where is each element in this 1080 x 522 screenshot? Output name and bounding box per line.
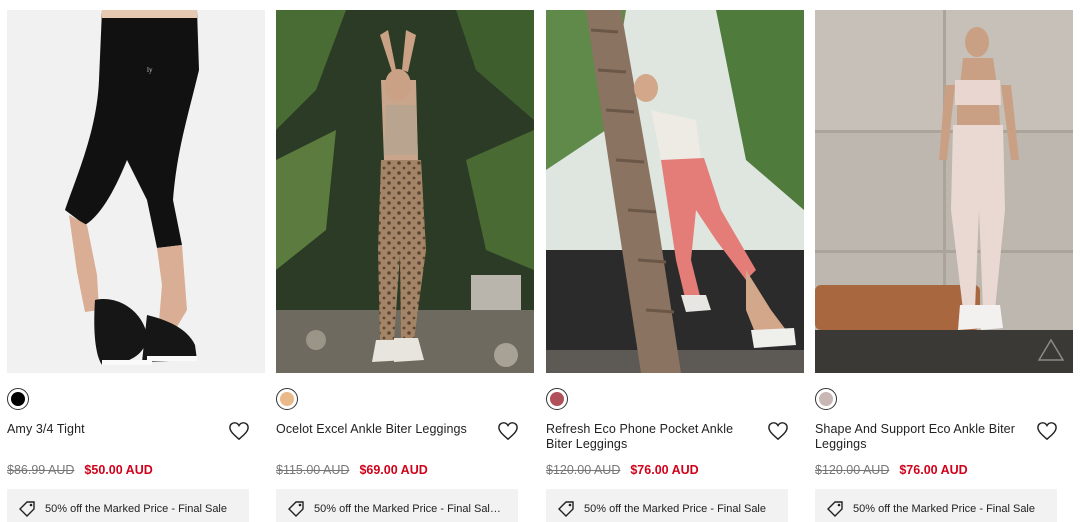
swatch-fill bbox=[280, 392, 294, 406]
original-price: $120.00 AUD bbox=[815, 463, 890, 477]
promo-text: 50% off the Marked Price - Final Sale bbox=[584, 503, 766, 515]
product-card[interactable]: Shape And Support Eco Ankle Biter Leggin… bbox=[815, 10, 1073, 522]
wishlist-heart-icon[interactable] bbox=[497, 421, 519, 441]
color-swatch[interactable] bbox=[546, 388, 568, 410]
promo-text: 50% off the Marked Price - Final Sal… bbox=[314, 503, 501, 515]
original-price: $115.00 AUD bbox=[276, 463, 350, 477]
original-price: $120.00 AUD bbox=[546, 463, 621, 477]
sale-price: $69.00 AUD bbox=[359, 463, 428, 477]
swatch-fill bbox=[11, 392, 25, 406]
original-price: $86.99 AUD bbox=[7, 463, 75, 477]
promo-banner: 50% off the Marked Price - Final Sale bbox=[546, 489, 788, 522]
promo-banner: 50% off the Marked Price - Final Sal… bbox=[276, 489, 518, 522]
swatch-fill bbox=[819, 392, 833, 406]
price-block: $120.00 AUD $76.00 AUD bbox=[815, 463, 968, 477]
color-swatch[interactable] bbox=[815, 388, 837, 410]
color-swatch[interactable] bbox=[7, 388, 29, 410]
promo-text: 50% off the Marked Price - Final Sale bbox=[853, 503, 1035, 515]
sale-price: $50.00 AUD bbox=[84, 463, 153, 477]
price-tag-icon bbox=[558, 501, 574, 517]
product-image[interactable] bbox=[546, 10, 804, 373]
promo-banner: 50% off the Marked Price - Final Sale bbox=[815, 489, 1057, 522]
product-card[interactable]: Refresh Eco Phone Pocket Ankle Biter Leg… bbox=[546, 10, 804, 522]
swatch-fill bbox=[550, 392, 564, 406]
wishlist-heart-icon[interactable] bbox=[1036, 421, 1058, 441]
price-tag-icon bbox=[19, 501, 35, 517]
color-swatch[interactable] bbox=[276, 388, 298, 410]
wishlist-heart-icon[interactable] bbox=[767, 421, 789, 441]
product-card[interactable]: Ocelot Excel Ankle Biter Leggings $115.0… bbox=[276, 10, 534, 522]
price-block: $115.00 AUD $69.00 AUD bbox=[276, 463, 428, 477]
product-card[interactable]: ly Amy 3/4 Tight $86.99 AUD $50.00 AUD 50… bbox=[7, 10, 265, 522]
price-block: $120.00 AUD $76.00 AUD bbox=[546, 463, 699, 477]
sale-price: $76.00 AUD bbox=[899, 463, 968, 477]
sale-price: $76.00 AUD bbox=[630, 463, 699, 477]
product-name[interactable]: Amy 3/4 Tight bbox=[7, 422, 217, 437]
price-block: $86.99 AUD $50.00 AUD bbox=[7, 463, 153, 477]
product-image[interactable] bbox=[276, 10, 534, 373]
wishlist-heart-icon[interactable] bbox=[228, 421, 250, 441]
product-image[interactable]: ly bbox=[7, 10, 265, 373]
product-grid: ly Amy 3/4 Tight $86.99 AUD $50.00 AUD 50… bbox=[0, 0, 1080, 522]
price-tag-icon bbox=[288, 501, 304, 517]
promo-text: 50% off the Marked Price - Final Sale bbox=[45, 503, 227, 515]
svg-text:ly: ly bbox=[147, 66, 153, 74]
product-name[interactable]: Ocelot Excel Ankle Biter Leggings bbox=[276, 422, 486, 437]
product-name[interactable]: Shape And Support Eco Ankle Biter Leggin… bbox=[815, 422, 1025, 452]
price-tag-icon bbox=[827, 501, 843, 517]
product-image[interactable] bbox=[815, 10, 1073, 373]
product-name[interactable]: Refresh Eco Phone Pocket Ankle Biter Leg… bbox=[546, 422, 756, 452]
promo-banner: 50% off the Marked Price - Final Sale bbox=[7, 489, 249, 522]
